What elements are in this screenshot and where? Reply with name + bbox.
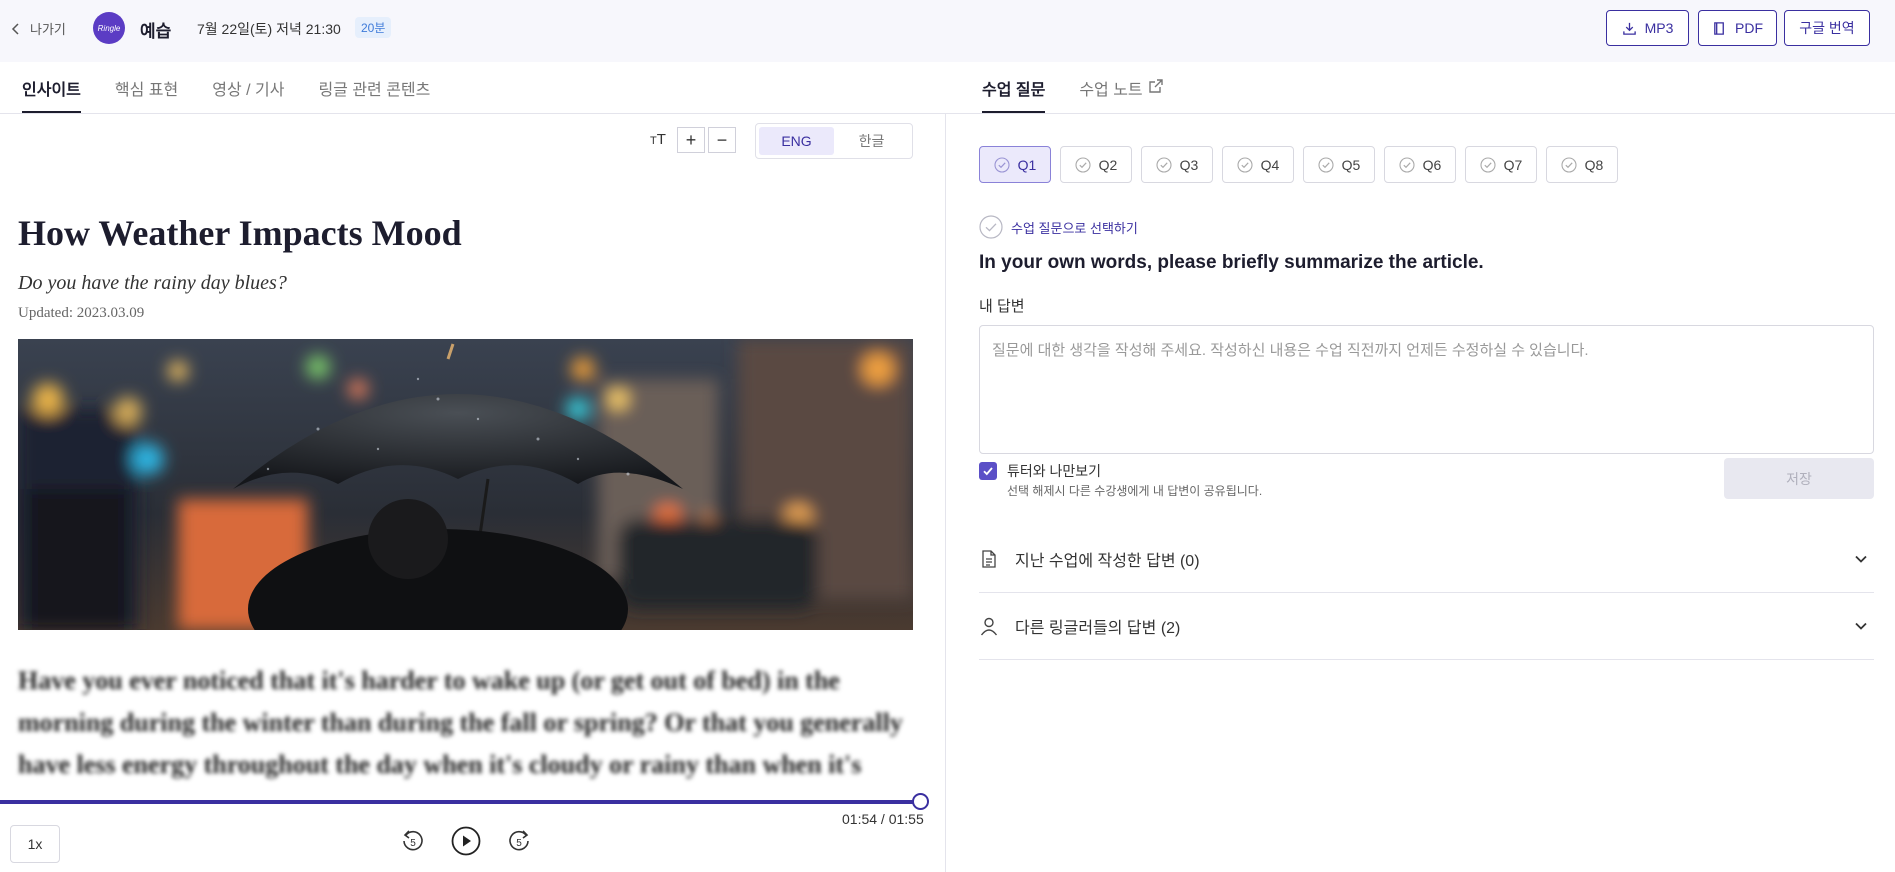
tab-key-expressions[interactable]: 핵심 표현: [115, 62, 178, 113]
check-circle-icon: [1480, 156, 1496, 173]
article-body: Have you ever noticed that it's harder t…: [18, 666, 903, 779]
forward-seconds: 5: [516, 838, 522, 849]
google-translate-button[interactable]: 구글 번역: [1784, 10, 1870, 46]
tab-divider: [0, 113, 1895, 114]
lesson-notes-label: 수업 노트: [1079, 82, 1143, 99]
question-tab-label: Q1: [1017, 156, 1037, 173]
question-tab-label: Q3: [1179, 156, 1199, 173]
answer-label: 내 답변: [979, 298, 1025, 315]
chevron-down-icon: [1855, 622, 1867, 630]
top-bar: 나가기 Ringle 예습 7월 22일(토) 저녁 21:30 20분 MP3…: [0, 0, 1895, 62]
text-size-icon: TT: [650, 131, 666, 148]
chevron-down-icon: [1855, 555, 1867, 563]
forward-5-button[interactable]: 5: [506, 828, 532, 859]
question-tab-label: Q5: [1341, 156, 1361, 173]
document-icon: [982, 550, 996, 568]
book-icon: [1714, 21, 1724, 35]
question-tab-label: Q6: [1422, 156, 1442, 173]
question-tab-label: Q8: [1584, 156, 1604, 173]
font-increase-button[interactable]: +: [677, 127, 705, 153]
lesson-datetime: 7월 22일(토) 저녁 21:30: [197, 21, 341, 37]
duration-badge: 20분: [355, 17, 392, 38]
play-icon: [451, 826, 481, 856]
rainy-street-umbrella-image: [18, 339, 913, 630]
article-title: How Weather Impacts Mood: [18, 213, 462, 253]
language-toggle: ENG 한글: [755, 123, 913, 159]
article-subtitle: Do you have the rainy day blues?: [18, 272, 287, 294]
play-button[interactable]: [451, 826, 481, 861]
pdf-button[interactable]: PDF: [1698, 10, 1777, 46]
tab-video-article[interactable]: 영상 / 기사: [212, 62, 284, 113]
rewind-5-button[interactable]: 5: [400, 828, 426, 859]
mode-label: 예습: [140, 22, 172, 41]
download-icon: [1622, 22, 1636, 35]
question-text: In your own words, please briefly summar…: [979, 252, 1484, 273]
font-decrease-button[interactable]: −: [708, 127, 736, 153]
question-tab-q5[interactable]: Q5: [1303, 146, 1375, 183]
question-tab-q4[interactable]: Q4: [1222, 146, 1294, 183]
others-answers-accordion[interactable]: 다른 링글러들의 답변 (2): [979, 593, 1874, 660]
lang-eng-button[interactable]: ENG: [759, 127, 834, 155]
back-label: 나가기: [30, 22, 66, 37]
tab-insight[interactable]: 인사이트: [22, 62, 81, 113]
past-answers-accordion[interactable]: 지난 수업에 작성한 답변 (0): [979, 526, 1874, 593]
question-tab-q3[interactable]: Q3: [1141, 146, 1213, 183]
back-button[interactable]: 나가기: [10, 19, 66, 38]
audio-progress-handle[interactable]: [912, 793, 929, 810]
select-as-lesson-question[interactable]: 수업 질문으로 선택하기: [979, 215, 1138, 239]
external-link-icon: [1148, 79, 1163, 93]
audio-time: 01:54 / 01:55: [842, 811, 924, 827]
rewind-icon: 5: [403, 830, 423, 851]
person-icon: [980, 617, 998, 636]
left-tab-bar: 인사이트 핵심 표현 영상 / 기사 링글 관련 콘텐츠: [22, 62, 430, 113]
answer-textarea[interactable]: [979, 325, 1874, 454]
check-circle-icon: [979, 215, 1003, 239]
mp3-label: MP3: [1644, 20, 1674, 36]
select-question-label: 수업 질문으로 선택하기: [1011, 220, 1138, 236]
check-circle-icon: [1399, 156, 1415, 173]
question-tab-q7[interactable]: Q7: [1465, 146, 1537, 183]
question-tab-q6[interactable]: Q6: [1384, 146, 1456, 183]
rewind-seconds: 5: [410, 838, 416, 849]
check-circle-icon: [1075, 156, 1091, 173]
past-answers-label: 지난 수업에 작성한 답변 (0): [1015, 553, 1200, 570]
share-hint: 선택 해제시 다른 수강생에게 내 답변이 공유됩니다.: [1007, 484, 1263, 498]
check-circle-icon: [1561, 156, 1577, 173]
question-tab-q2[interactable]: Q2: [1060, 146, 1132, 183]
tab-related-content[interactable]: 링글 관련 콘텐츠: [318, 62, 430, 113]
others-answers-label: 다른 링글러들의 답변 (2): [1015, 620, 1181, 637]
question-tab-label: Q7: [1503, 156, 1523, 173]
tutor-only-label: 튜터와 나만보기: [1007, 463, 1102, 479]
check-circle-icon: [1237, 156, 1253, 173]
question-tab-label: Q2: [1098, 156, 1118, 173]
translate-label: 구글 번역: [1799, 20, 1855, 36]
question-tabs: Q1 Q2 Q3 Q4 Q5 Q6 Q7 Q8: [979, 146, 1618, 183]
tab-lesson-notes[interactable]: 수업 노트: [1079, 62, 1163, 113]
mp3-button[interactable]: MP3: [1606, 10, 1689, 46]
lang-kor-button[interactable]: 한글: [834, 127, 909, 155]
audio-progress-bar[interactable]: [0, 800, 920, 804]
article-image: [18, 339, 913, 630]
check-circle-icon: [1318, 156, 1334, 173]
save-button[interactable]: 저장: [1724, 458, 1874, 499]
right-tab-bar: 수업 질문 수업 노트: [982, 62, 1163, 113]
tutor-only-checkbox[interactable]: [979, 462, 997, 480]
forward-icon: 5: [509, 830, 529, 851]
question-tab-q1[interactable]: Q1: [979, 146, 1051, 183]
panel-divider: [945, 113, 946, 872]
check-circle-icon: [1156, 156, 1172, 173]
checkmark-icon: [983, 467, 993, 476]
article-updated: Updated: 2023.03.09: [18, 305, 145, 321]
check-circle-icon: [994, 156, 1010, 173]
ringle-logo: Ringle: [93, 12, 125, 44]
question-tab-q8[interactable]: Q8: [1546, 146, 1618, 183]
logo-text: Ringle: [97, 23, 121, 33]
chevron-left-icon: [11, 22, 19, 35]
pdf-label: PDF: [1735, 20, 1763, 36]
question-tab-label: Q4: [1260, 156, 1280, 173]
playback-speed-button[interactable]: 1x: [10, 825, 60, 863]
tab-lesson-questions[interactable]: 수업 질문: [982, 62, 1046, 113]
